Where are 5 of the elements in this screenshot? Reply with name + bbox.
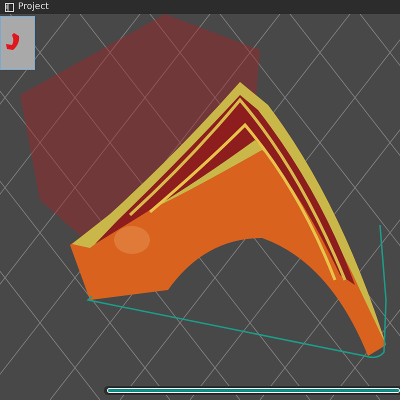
panel-icon xyxy=(5,2,14,12)
slider-track[interactable] xyxy=(104,386,400,395)
plate-thumbnail[interactable] xyxy=(0,16,35,70)
model-thumbnail-icon xyxy=(6,33,20,51)
project-tab[interactable]: Project xyxy=(5,0,49,14)
